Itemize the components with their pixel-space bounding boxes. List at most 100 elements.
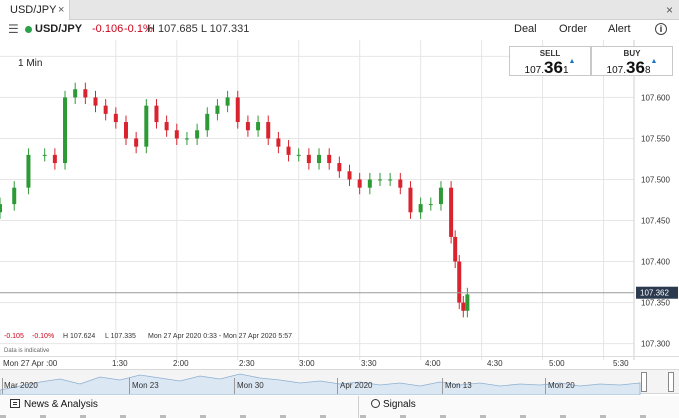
navigator-handle[interactable]: [641, 372, 647, 392]
up-arrow-icon: ▲: [568, 58, 576, 65]
candle-body: [327, 154, 332, 164]
sell-price: 107.361▲: [524, 58, 576, 77]
high-low: H 107.685 L 107.331: [147, 23, 250, 35]
summary-high: H 107.624: [63, 333, 96, 340]
navigator-label: Mon 13: [445, 381, 472, 390]
summary-change-pct: -0.10%: [32, 333, 55, 340]
candle-body: [438, 187, 443, 205]
candle-body: [367, 179, 372, 188]
navigator-label: Apr 2020: [340, 381, 373, 390]
buy-button[interactable]: BUY 107.368▲: [591, 46, 673, 77]
time-tick: 2:30: [239, 359, 255, 368]
candle-body: [256, 122, 261, 131]
candle-body: [398, 179, 403, 188]
live-status-icon: [25, 26, 32, 33]
window-close-icon[interactable]: ×: [666, 0, 673, 20]
candle-body: [26, 154, 31, 188]
navigator-label: Mon 23: [132, 381, 159, 390]
news-analysis-label: News & Analysis: [24, 399, 98, 410]
candle-body: [103, 105, 108, 114]
buy-label: BUY: [623, 49, 641, 58]
navigator-divider: [337, 378, 338, 394]
history-navigator[interactable]: Mar 2020 Mon 23 Mon 30 Apr 2020 Mon 13 M…: [0, 369, 679, 395]
candle-body: [0, 204, 2, 213]
time-tick: 1:30: [112, 359, 128, 368]
candle-body: [408, 187, 413, 213]
candle-body: [286, 146, 291, 155]
price-tick-label: 107.600: [641, 93, 670, 102]
candle-body: [388, 179, 393, 181]
candle-body: [347, 171, 352, 180]
candle-body: [215, 105, 220, 114]
navigator-divider: [442, 378, 443, 394]
candle-body: [225, 97, 230, 106]
candle-body: [134, 138, 139, 147]
price-chart[interactable]: 107.650107.600107.550107.500107.450107.4…: [0, 40, 679, 360]
candle-body: [418, 204, 423, 213]
indicative-note: Data is indicative: [4, 348, 50, 354]
candle-body: [195, 130, 200, 139]
candle-body: [12, 187, 17, 205]
time-axis: Mon 27 Apr :00 1:30 2:00 2:30 3:00 3:30 …: [0, 356, 679, 369]
instrument-symbol[interactable]: USD/JPY: [35, 20, 82, 38]
candle-body: [266, 122, 271, 139]
candle-body: [42, 154, 47, 156]
navigator-divider: [545, 378, 546, 394]
candle-body: [465, 294, 470, 311]
candle-body: [184, 138, 189, 140]
candle-body: [113, 113, 118, 123]
candle-body: [457, 261, 462, 303]
time-tick: 4:30: [487, 359, 503, 368]
candle-body: [154, 105, 159, 123]
price-tick-label: 107.300: [641, 340, 670, 349]
signals-label: Signals: [383, 399, 416, 410]
time-tick: 3:00: [299, 359, 315, 368]
instrument-header: ☰ USD/JPY -0.106 -0.1% H 107.685 L 107.3…: [0, 20, 679, 40]
menu-icon[interactable]: ☰: [8, 20, 19, 38]
candle-body: [245, 122, 250, 131]
up-arrow-icon: ▲: [650, 58, 658, 65]
candle-body: [306, 154, 311, 164]
candle-body: [317, 154, 322, 164]
navigator-handle[interactable]: [668, 372, 674, 392]
current-price-label: 107.362: [640, 289, 669, 298]
info-icon[interactable]: i: [655, 23, 667, 35]
candle-body: [63, 97, 68, 164]
candle-body: [93, 97, 98, 106]
navigator-label: Mon 20: [548, 381, 575, 390]
navigator-divider: [2, 378, 3, 394]
tab-close-icon[interactable]: ×: [58, 0, 64, 20]
navigator-label: Mar 2020: [4, 381, 38, 390]
candle-body: [449, 187, 454, 237]
price-tick-label: 107.400: [641, 258, 670, 267]
news-analysis-tab[interactable]: News & Analysis: [10, 399, 98, 410]
summary-range: Mon 27 Apr 2020 0:33 - Mon 27 Apr 2020 5…: [148, 333, 292, 340]
time-tick: 5:30: [613, 359, 629, 368]
candle-body: [52, 154, 57, 164]
signals-tab[interactable]: Signals: [371, 399, 416, 410]
candle-body: [453, 236, 458, 262]
deal-button[interactable]: Deal: [514, 20, 537, 38]
time-tick: 2:00: [173, 359, 189, 368]
signals-icon: [371, 399, 380, 408]
navigator-label: Mon 30: [237, 381, 264, 390]
navigator-divider: [129, 378, 130, 394]
summary-change: -0.105: [4, 333, 24, 340]
alert-button[interactable]: Alert: [608, 20, 631, 38]
candle-body: [276, 138, 281, 147]
price-tick-label: 107.450: [641, 217, 670, 226]
time-tick: 5:00: [549, 359, 565, 368]
time-axis-start: Mon 27 Apr :00: [3, 359, 58, 368]
candle-body: [73, 89, 78, 98]
newspaper-icon: [10, 399, 20, 408]
candle-body: [296, 154, 301, 156]
sell-button[interactable]: SELL 107.361▲: [509, 46, 591, 77]
summary-low: L 107.335: [105, 333, 136, 340]
candle-body: [123, 122, 128, 139]
timeframe-selector[interactable]: 1 Min: [18, 58, 42, 69]
price-tick-label: 107.550: [641, 134, 670, 143]
navigator-divider: [234, 378, 235, 394]
candle-body: [164, 122, 169, 131]
order-button[interactable]: Order: [559, 20, 587, 38]
price-tick-label: 107.500: [641, 175, 670, 184]
